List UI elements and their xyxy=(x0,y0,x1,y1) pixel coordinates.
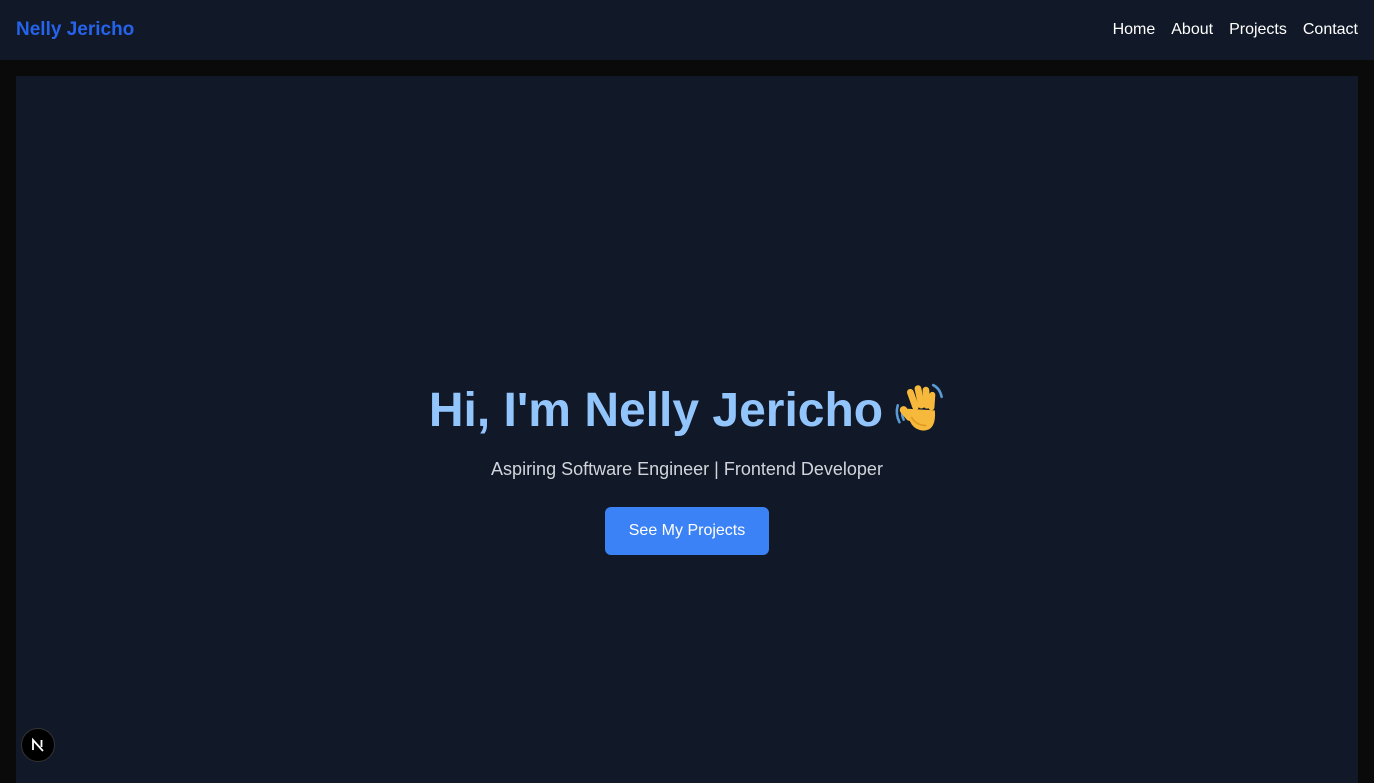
hero-section: Hi, I'm Nelly Jericho Aspiring Software … xyxy=(16,76,1358,783)
hero-title-text: Hi, I'm Nelly Jericho xyxy=(428,384,884,437)
hero-subtitle: Aspiring Software Engineer | Frontend De… xyxy=(491,459,883,479)
brand-logo-link[interactable]: Nelly Jericho xyxy=(16,19,134,41)
nav-links: Home About Projects Contact xyxy=(1113,21,1358,39)
nextjs-logo-icon xyxy=(32,737,44,752)
nav-link-projects[interactable]: Projects xyxy=(1229,21,1287,39)
hero-title: Hi, I'm Nelly Jericho xyxy=(16,380,1358,441)
nav-link-about[interactable]: About xyxy=(1171,21,1213,39)
nav-link-contact[interactable]: Contact xyxy=(1303,21,1358,39)
waving-hand-icon xyxy=(895,383,944,431)
nextjs-dev-badge[interactable] xyxy=(21,728,55,762)
top-navbar: Nelly Jericho Home About Projects Contac… xyxy=(0,0,1374,60)
hero-content: Hi, I'm Nelly Jericho Aspiring Software … xyxy=(16,380,1358,555)
nav-link-home[interactable]: Home xyxy=(1113,21,1156,39)
see-my-projects-button[interactable]: See My Projects xyxy=(604,507,770,555)
